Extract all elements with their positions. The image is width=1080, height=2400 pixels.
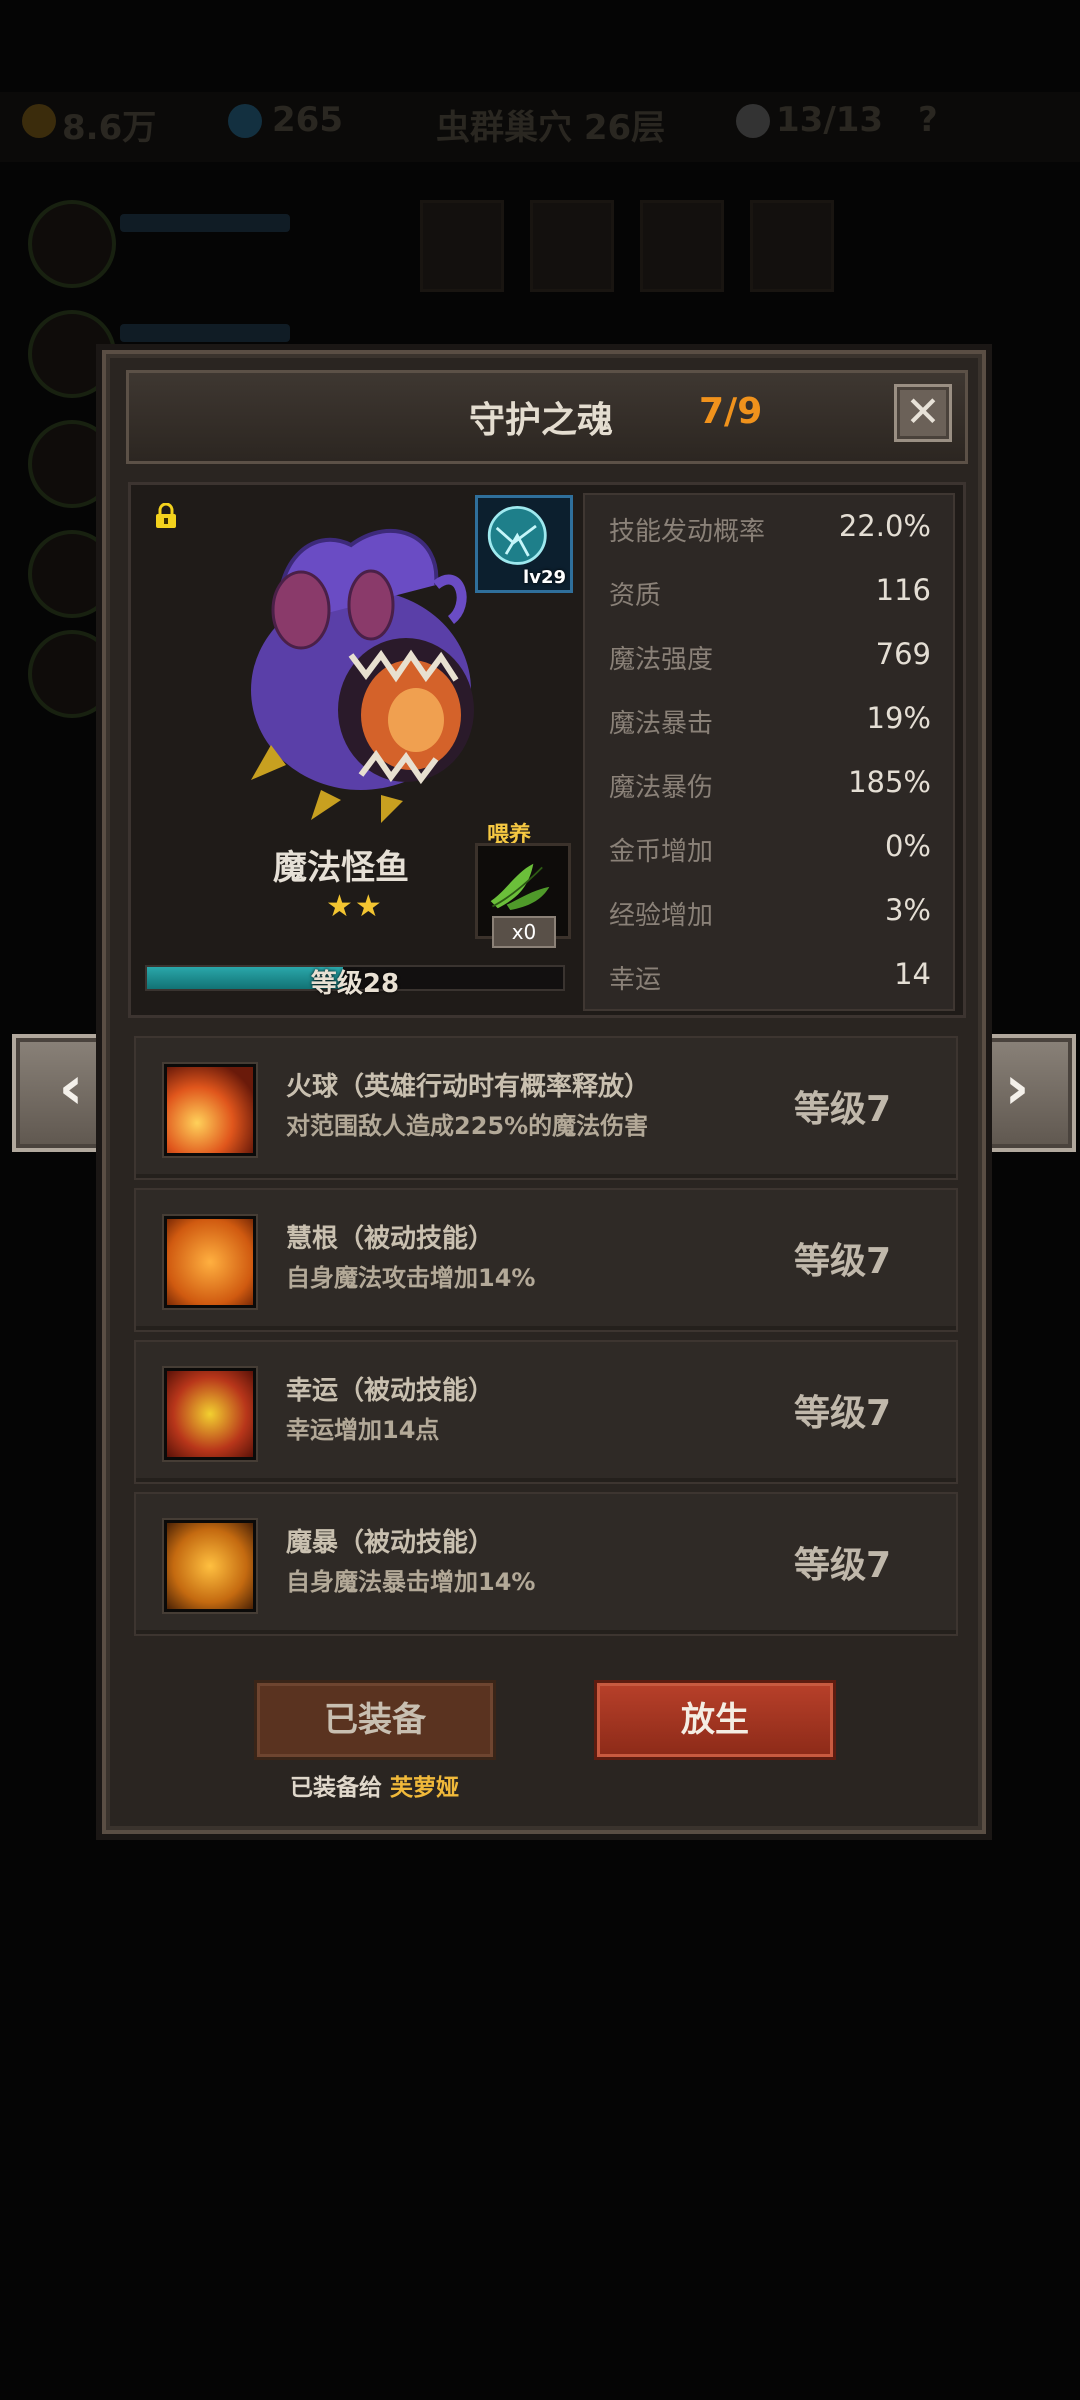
pet-portrait-panel: 魔法怪鱼 ★★ lv29 喂养 x0 等级28 (131, 485, 573, 1015)
stat-row: 魔法强度 769 (585, 623, 953, 687)
close-button[interactable]: ✕ (894, 384, 952, 442)
swirl-icon (164, 1520, 256, 1612)
pet-name: 魔法怪鱼 (273, 848, 409, 888)
pet-detail-dialog: 守护之魂 7/9 ✕ 魔法怪鱼 ★★ lv29 喂养 x0 等级28 技能发动概… (102, 350, 986, 1834)
stat-label: 技能发动概率 (609, 517, 766, 547)
skill-name: 幸运（被动技能） (286, 1376, 495, 1406)
skill-desc: 对范围敌人造成225%的魔法伤害 (286, 1112, 649, 1140)
feed-button[interactable]: x0 (475, 843, 571, 948)
item-slot (750, 200, 834, 292)
equipped-to-text: 已装备给 芙萝娅 (290, 1768, 459, 1802)
stat-value: 769 (875, 637, 931, 671)
skill-level: 等级7 (794, 1089, 892, 1130)
dialog-title-bar: 守护之魂 7/9 (126, 370, 968, 464)
gold-coin-icon (22, 104, 56, 138)
hud-stage: 虫群巢穴 26层 (436, 108, 666, 148)
skill-name: 魔暴（被动技能） (286, 1528, 495, 1558)
hud-gems: 265 (272, 100, 343, 140)
skill-desc: 自身魔法暴击增加14% (286, 1568, 536, 1596)
dialog-title: 守护之魂 (469, 400, 614, 441)
stat-label: 魔法强度 (609, 645, 714, 675)
stat-row: 经验增加 3% (585, 879, 953, 943)
help-icon[interactable]: ? (918, 100, 938, 140)
pet-overview: 魔法怪鱼 ★★ lv29 喂养 x0 等级28 技能发动概率 22.0% 资质 … (128, 482, 966, 1018)
stat-label: 魔法暴击 (609, 709, 714, 739)
skill-row[interactable]: 慧根（被动技能） 自身魔法攻击增加14% 等级7 (134, 1188, 958, 1332)
gem-slot[interactable]: lv29 (475, 495, 573, 593)
stat-label: 金币增加 (609, 837, 714, 867)
level-progress-bar: 等级28 (145, 965, 565, 999)
stat-value: 22.0% (838, 509, 931, 543)
skill-row[interactable]: 魔暴（被动技能） 自身魔法暴击增加14% 等级7 (134, 1492, 958, 1636)
stat-label: 魔法暴伤 (609, 773, 714, 803)
stat-row: 魔法暴击 19% (585, 687, 953, 751)
stat-label: 经验增加 (609, 901, 714, 931)
lock-icon[interactable] (153, 503, 179, 529)
stat-value: 14 (894, 957, 931, 991)
item-slot (420, 200, 504, 292)
skill-level: 等级7 (794, 1241, 892, 1282)
hero-portrait (28, 200, 116, 288)
equipped-button[interactable]: 已装备 (254, 1680, 496, 1760)
stat-row: 魔法暴伤 185% (585, 751, 953, 815)
equipped-hero-name: 芙萝娅 (390, 1775, 460, 1801)
skill-name: 火球（英雄行动时有概率释放） (286, 1072, 651, 1102)
pet-collection-count: 7/9 (699, 391, 763, 432)
skill-row[interactable]: 火球（英雄行动时有概率释放） 对范围敌人造成225%的魔法伤害 等级7 (134, 1036, 958, 1180)
skill-level: 等级7 (794, 1545, 892, 1586)
stat-row: 资质 116 (585, 559, 953, 623)
hud-kills: 13/13 (776, 100, 884, 140)
release-button[interactable]: 放生 (594, 1680, 836, 1760)
stat-value: 116 (875, 573, 931, 607)
demon-icon (164, 1216, 256, 1308)
stat-value: 3% (884, 893, 931, 927)
feed-count: x0 (492, 916, 556, 948)
skill-row[interactable]: 幸运（被动技能） 幸运增加14点 等级7 (134, 1340, 958, 1484)
stat-label: 资质 (609, 581, 662, 611)
herb-leaf-icon (490, 863, 550, 910)
skill-desc: 自身魔法攻击增加14% (286, 1264, 536, 1292)
item-slot (640, 200, 724, 292)
stat-row: 金币增加 0% (585, 815, 953, 879)
fireball-icon (164, 1064, 256, 1156)
stats-panel: 技能发动概率 22.0% 资质 116 魔法强度 769 魔法暴击 19% 魔法… (583, 493, 955, 1011)
gem-icon (228, 104, 262, 138)
stat-row: 幸运 14 (585, 943, 953, 1007)
stat-value: 0% (884, 829, 931, 863)
hud-gold: 8.6万 (62, 108, 157, 148)
hero-hp-bar (120, 214, 290, 232)
star-rating: ★★ (326, 889, 384, 924)
stat-value: 19% (866, 701, 931, 735)
skill-name: 慧根（被动技能） (286, 1224, 495, 1254)
gem-level: lv29 (523, 567, 566, 588)
level-text: 等级28 (310, 969, 400, 999)
skill-desc: 幸运增加14点 (286, 1416, 440, 1444)
skill-level: 等级7 (794, 1393, 892, 1434)
equipped-to-prefix: 已装备给 (290, 1775, 382, 1801)
magic-fish-monster-image (251, 528, 474, 823)
stat-row: 技能发动概率 22.0% (585, 495, 953, 559)
puzzle-icon (164, 1368, 256, 1460)
stat-label: 幸运 (609, 965, 662, 995)
stat-value: 185% (848, 765, 931, 799)
skull-icon (736, 104, 770, 138)
hero-hp-bar (120, 324, 290, 342)
item-slot (530, 200, 614, 292)
